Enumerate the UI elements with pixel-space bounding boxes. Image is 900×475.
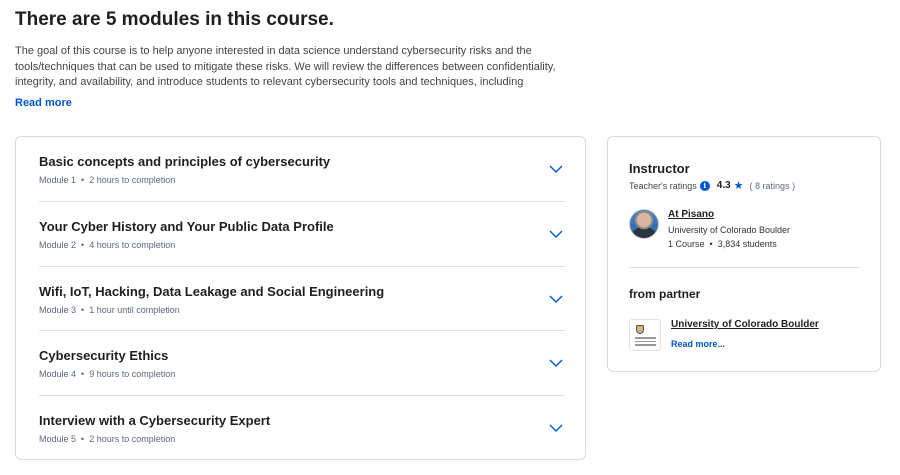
module-number: Module 3: [39, 305, 77, 315]
read-more-link[interactable]: Read more: [15, 97, 72, 109]
module-meta: Module 4 • 9 hours to completion: [39, 369, 175, 379]
info-icon[interactable]: i: [699, 180, 710, 191]
rating-value: 4.3: [716, 180, 731, 191]
module-meta: Module 3 • 1 hour until completion: [39, 305, 180, 315]
chevron-down-icon[interactable]: [549, 295, 563, 304]
module-meta: Module 5 • 2 hours to completion: [39, 434, 175, 444]
chevron-down-icon[interactable]: [549, 230, 563, 239]
chevron-down-icon[interactable]: [549, 424, 563, 433]
module-duration: 1 hour until completion: [89, 305, 180, 315]
meta-separator: •: [709, 239, 713, 249]
modules-list: Basic concepts and principles of cyberse…: [15, 136, 586, 460]
module-item-5[interactable]: Interview with a Cybersecurity Expert Mo…: [39, 395, 565, 459]
ratings-label: Teacher's ratings: [629, 180, 697, 191]
module-title: Interview with a Cybersecurity Expert: [39, 413, 271, 428]
divider: [629, 267, 860, 268]
partner-logo[interactable]: [629, 319, 661, 351]
instructor-avatar[interactable]: [629, 209, 659, 239]
module-item-1[interactable]: Basic concepts and principles of cyberse…: [39, 137, 565, 201]
module-number: Module 5: [39, 434, 77, 444]
instructor-organization: University of Colorado Boulder: [668, 225, 791, 235]
instructor-name-link[interactable]: At Pisano: [668, 209, 714, 220]
partner-heading: from partner: [629, 287, 701, 301]
teacher-ratings: Teacher's ratings i 4.3 ★ ( 8 ratings ): [629, 179, 795, 192]
meta-separator: •: [81, 240, 85, 250]
module-duration: 9 hours to completion: [89, 369, 176, 379]
module-duration: 2 hours to completion: [89, 175, 176, 185]
module-title: Cybersecurity Ethics: [39, 348, 169, 363]
star-icon: ★: [733, 180, 744, 192]
chevron-down-icon[interactable]: [549, 165, 563, 174]
meta-separator: •: [81, 369, 85, 379]
module-meta: Module 1 • 2 hours to completion: [39, 175, 175, 185]
module-number: Module 1: [39, 175, 77, 185]
meta-separator: •: [81, 305, 85, 315]
university-crest-icon: [636, 325, 644, 334]
module-title: Basic concepts and principles of cyberse…: [39, 154, 331, 169]
module-number: Module 2: [39, 240, 77, 250]
instructor-card: Instructor Teacher's ratings i 4.3 ★ ( 8…: [607, 136, 881, 372]
module-item-4[interactable]: Cybersecurity Ethics Module 4 • 9 hours to…: [39, 330, 565, 395]
module-title: Wifi, IoT, Hacking, Data Leakage and Soc…: [39, 284, 385, 299]
partner-read-more-link[interactable]: Read more...: [671, 339, 725, 349]
module-item-2[interactable]: Your Cyber History and Your Public Data …: [39, 201, 565, 266]
chevron-down-icon[interactable]: [549, 359, 563, 368]
section-title: There are 5 modules in this course.: [15, 9, 334, 30]
module-item-3[interactable]: Wifi, IoT, Hacking, Data Leakage and Soc…: [39, 266, 565, 331]
logo-text-lines: [635, 337, 656, 348]
rating-count: ( 8 ratings ): [749, 180, 796, 191]
student-count: 3,834 students: [717, 239, 777, 249]
module-number: Module 4: [39, 369, 77, 379]
meta-separator: •: [81, 175, 85, 185]
meta-separator: •: [81, 434, 85, 444]
module-meta: Module 2 • 4 hours to completion: [39, 240, 175, 250]
instructor-heading: Instructor: [629, 161, 690, 176]
instructor-stats: 1 Course • 3,834 students: [668, 239, 777, 249]
course-count: 1 Course: [668, 239, 705, 249]
partner-name-link[interactable]: University of Colorado Boulder: [671, 319, 819, 330]
module-duration: 4 hours to completion: [89, 240, 176, 250]
module-title: Your Cyber History and Your Public Data …: [39, 219, 334, 234]
course-description: The goal of this course is to help anyon…: [15, 45, 556, 88]
module-duration: 2 hours to completion: [89, 434, 176, 444]
